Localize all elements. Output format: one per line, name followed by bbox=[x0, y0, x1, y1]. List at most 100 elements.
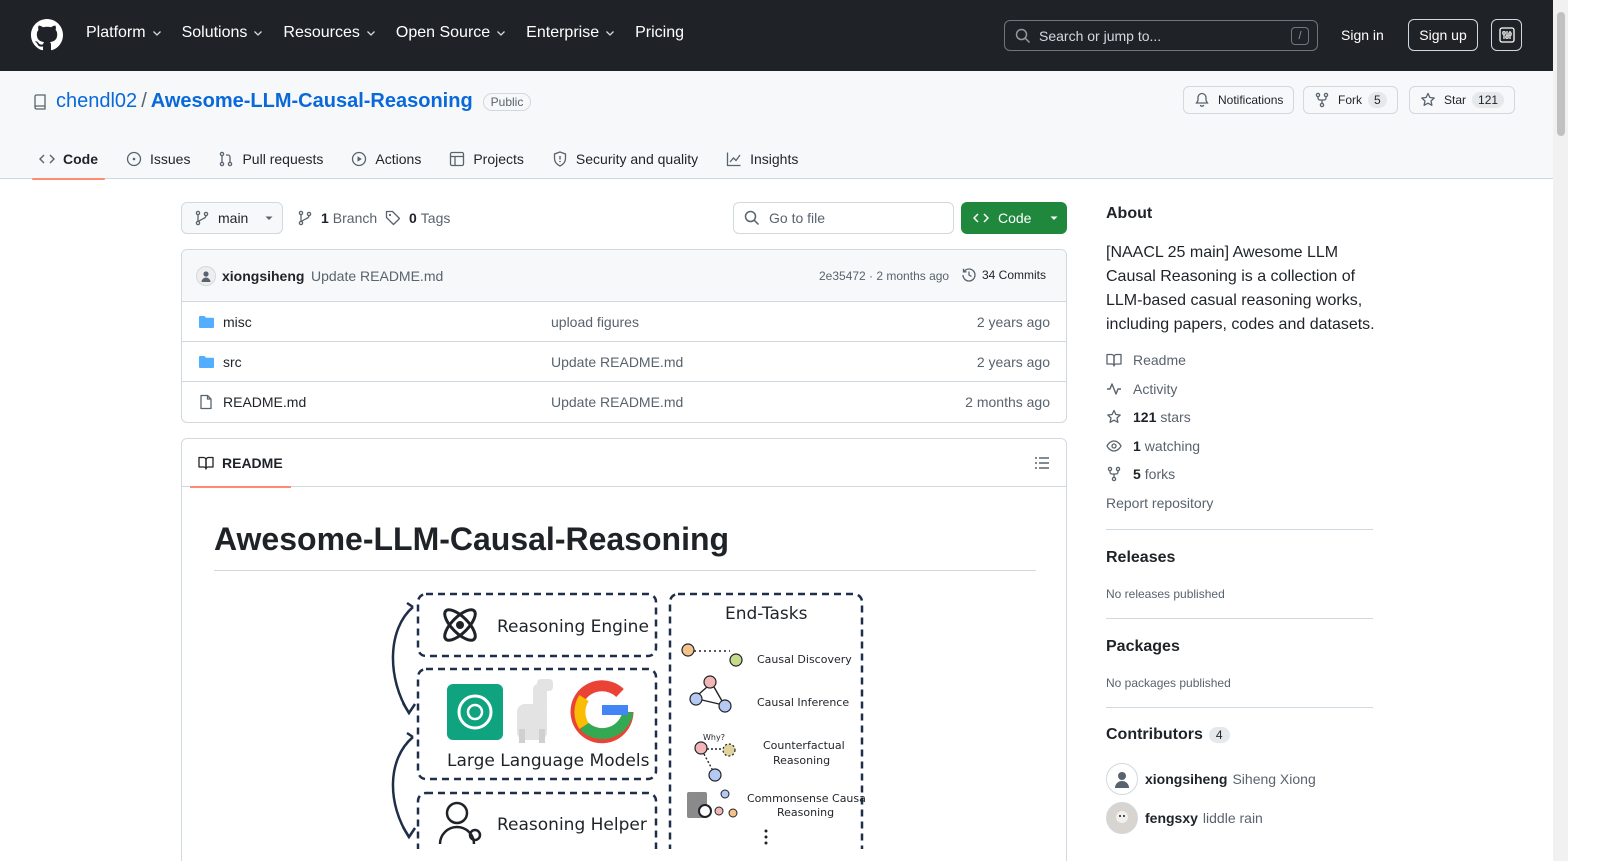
repo-owner-link[interactable]: chendl02 bbox=[56, 90, 137, 113]
about-heading: About bbox=[1106, 205, 1153, 222]
commit-sha-age[interactable]: 2e35472 · 2 months ago bbox=[819, 269, 949, 283]
book-icon bbox=[1106, 353, 1122, 367]
file-age: 2 years ago bbox=[976, 354, 1050, 370]
contributor-login[interactable]: fengsxy bbox=[1145, 810, 1198, 826]
releases-heading[interactable]: Releases bbox=[1106, 549, 1175, 567]
commits-history-link[interactable]: 34 Commits bbox=[961, 267, 1046, 283]
global-nav: Platform Solutions Resources Open Source… bbox=[86, 24, 703, 42]
search-icon bbox=[744, 210, 760, 226]
tab-insights[interactable]: Insights bbox=[719, 139, 805, 179]
tags-link[interactable]: 0 Tags bbox=[385, 210, 450, 226]
star-icon bbox=[1107, 409, 1121, 423]
sidebar-divider bbox=[1106, 707, 1373, 708]
avatar[interactable] bbox=[1106, 802, 1138, 834]
file-row[interactable]: src Update README.md 2 years ago bbox=[182, 342, 1066, 382]
contributor-item[interactable]: fengsxy liddle rain bbox=[1106, 802, 1263, 834]
packages-heading[interactable]: Packages bbox=[1106, 638, 1180, 656]
readme-tab-label: README bbox=[222, 455, 283, 471]
nav-resources[interactable]: Resources bbox=[283, 24, 376, 42]
file-commit-message[interactable]: Update README.md bbox=[551, 394, 683, 410]
star-button[interactable]: Star 121 bbox=[1409, 86, 1516, 114]
watchers-link[interactable]: 1 watching bbox=[1106, 438, 1200, 454]
code-icon bbox=[39, 154, 55, 164]
global-header: Platform Solutions Resources Open Source… bbox=[0, 0, 1553, 71]
figure-llm-label: Large Language Models bbox=[447, 751, 650, 771]
report-repository-link[interactable]: Report repository bbox=[1106, 495, 1213, 511]
branch-label: Branch bbox=[332, 210, 378, 226]
tab-pull-requests[interactable]: Pull requests bbox=[211, 139, 330, 179]
fork-icon bbox=[1107, 466, 1121, 482]
page-scrollbar-thumb[interactable] bbox=[1557, 12, 1565, 136]
contributors-heading-label: Contributors bbox=[1106, 726, 1203, 743]
global-search-input[interactable]: Search or jump to... / bbox=[1004, 20, 1318, 51]
commit-author-link[interactable]: xiongsiheng bbox=[222, 268, 304, 284]
file-commit-message[interactable]: upload figures bbox=[551, 314, 639, 330]
file-age: 2 months ago bbox=[965, 394, 1050, 410]
book-icon bbox=[198, 456, 214, 470]
stars-link[interactable]: 121 stars bbox=[1106, 409, 1191, 425]
sidebar-divider bbox=[1106, 618, 1373, 619]
github-logo-icon[interactable] bbox=[31, 19, 63, 51]
go-to-file-input[interactable]: Go to file bbox=[733, 202, 954, 234]
commit-message-link[interactable]: Update README.md bbox=[311, 268, 443, 284]
branches-link[interactable]: 1 Branch bbox=[297, 210, 377, 226]
task-label: Reasoning bbox=[773, 754, 830, 767]
tab-projects[interactable]: Projects bbox=[442, 139, 531, 179]
branch-select-button[interactable]: main bbox=[181, 202, 283, 234]
readme-link[interactable]: Readme bbox=[1106, 352, 1186, 368]
notifications-label: Notifications bbox=[1218, 93, 1284, 107]
go-to-file-placeholder: Go to file bbox=[769, 210, 826, 226]
nav-solutions[interactable]: Solutions bbox=[182, 24, 265, 42]
packages-heading-label: Packages bbox=[1106, 638, 1180, 655]
sign-up-button[interactable]: Sign up bbox=[1408, 19, 1478, 51]
tab-actions[interactable]: Actions bbox=[344, 139, 428, 179]
packages-note: No packages published bbox=[1106, 676, 1231, 690]
code-button-label: Code bbox=[998, 210, 1032, 226]
nav-pricing[interactable]: Pricing bbox=[635, 24, 684, 42]
file-commit-message[interactable]: Update README.md bbox=[551, 354, 683, 370]
forks-link[interactable]: 5 forks bbox=[1106, 466, 1175, 482]
contributor-login[interactable]: xiongsiheng bbox=[1145, 771, 1227, 787]
tab-label: Actions bbox=[375, 151, 422, 167]
settings-menu-button[interactable] bbox=[1491, 19, 1522, 51]
commonsense-icon bbox=[687, 789, 738, 818]
nav-enterprise[interactable]: Enterprise bbox=[526, 24, 616, 42]
contributor-name: Siheng Xiong bbox=[1232, 771, 1316, 787]
tab-label: Projects bbox=[473, 151, 524, 167]
atom-icon bbox=[443, 608, 477, 642]
figure-helper-label: Reasoning Helper bbox=[497, 815, 647, 835]
git-branch-icon bbox=[195, 210, 209, 226]
file-row[interactable]: README.md Update README.md 2 months ago bbox=[182, 382, 1066, 422]
fork-button[interactable]: Fork 5 bbox=[1303, 86, 1398, 114]
nav-platform[interactable]: Platform bbox=[86, 24, 163, 42]
pulse-icon bbox=[1107, 383, 1121, 395]
readme-tab[interactable]: README bbox=[190, 439, 291, 488]
file-browser: xiongsiheng Update README.md 2e35472 · 2… bbox=[181, 249, 1067, 423]
tab-issues[interactable]: Issues bbox=[119, 139, 197, 179]
causal-inference-icon bbox=[689, 675, 732, 713]
file-name-link[interactable]: misc bbox=[223, 314, 252, 330]
repo-name-link[interactable]: Awesome-LLM-Causal-Reasoning bbox=[151, 90, 473, 113]
activity-link[interactable]: Activity bbox=[1106, 381, 1177, 397]
list-unordered-icon[interactable] bbox=[1034, 455, 1050, 471]
nav-open-source[interactable]: Open Source bbox=[396, 24, 507, 42]
avatar[interactable] bbox=[1106, 763, 1138, 795]
tab-security[interactable]: Security and quality bbox=[545, 139, 705, 179]
chevron-down-icon bbox=[606, 31, 615, 36]
avatar[interactable] bbox=[196, 266, 216, 286]
file-name-link[interactable]: README.md bbox=[223, 394, 306, 410]
contributor-item[interactable]: xiongsiheng Siheng Xiong bbox=[1106, 763, 1316, 795]
llama-icon bbox=[517, 679, 553, 743]
code-icon bbox=[973, 213, 989, 223]
history-icon bbox=[962, 268, 976, 282]
contributors-heading[interactable]: Contributors 4 bbox=[1106, 726, 1230, 744]
shield-icon bbox=[553, 151, 567, 167]
report-label: Report repository bbox=[1106, 495, 1214, 511]
code-dropdown-button[interactable]: Code bbox=[961, 202, 1067, 234]
notifications-button[interactable]: Notifications bbox=[1183, 86, 1295, 114]
file-row[interactable]: misc upload figures 2 years ago bbox=[182, 302, 1066, 342]
git-pull-request-icon bbox=[220, 151, 233, 167]
sign-in-link[interactable]: Sign in bbox=[1341, 27, 1384, 43]
file-name-link[interactable]: src bbox=[223, 354, 242, 370]
tab-code[interactable]: Code bbox=[32, 139, 105, 180]
